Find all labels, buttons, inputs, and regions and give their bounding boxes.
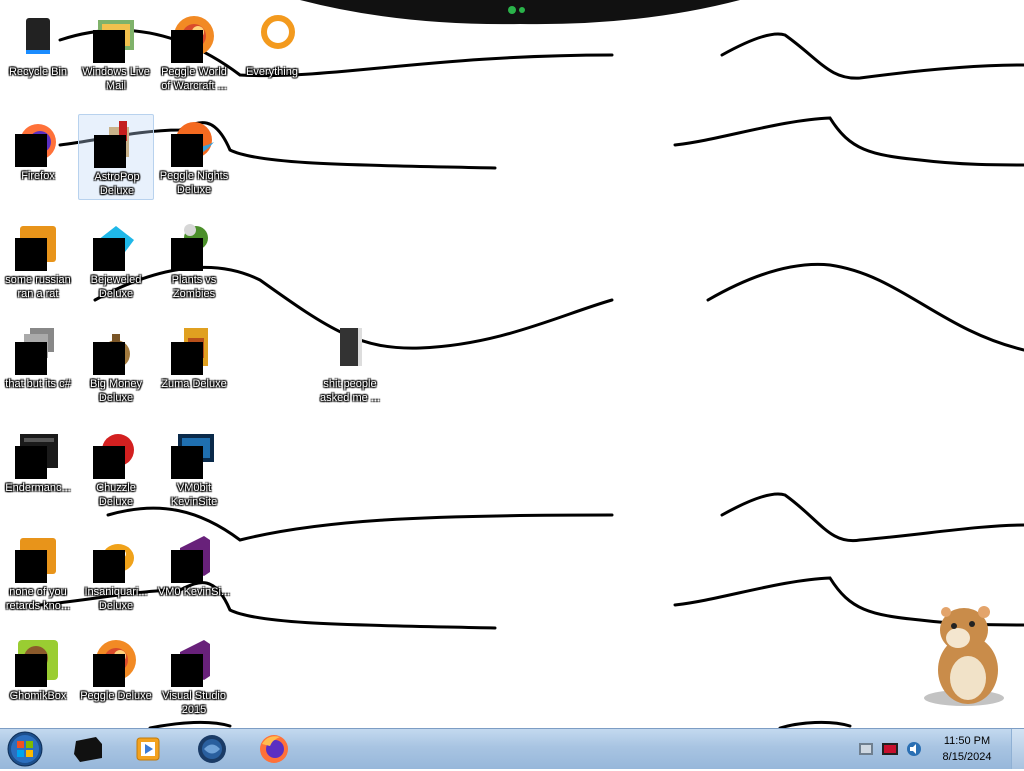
hamster-image bbox=[924, 606, 1004, 706]
desktop-icon-insaniquari-deluxe[interactable]: Insaniquari... Deluxe bbox=[78, 530, 154, 616]
redaction-box bbox=[171, 550, 203, 583]
redaction-box bbox=[15, 446, 47, 479]
desktop-icon-big-money-deluxe[interactable]: Big Money Deluxe bbox=[78, 322, 154, 408]
taskbar-app-globe[interactable] bbox=[186, 732, 238, 766]
display-icon[interactable] bbox=[882, 741, 898, 757]
folder-icon bbox=[340, 328, 362, 366]
desktop-icon-none-of-you-retards-kno[interactable]: none of you retards kno... bbox=[0, 530, 76, 616]
redaction-box bbox=[171, 342, 203, 375]
desktop-icon-peggle-nights-deluxe[interactable]: Peggle Nights Deluxe bbox=[156, 114, 232, 200]
redaction-box bbox=[15, 134, 47, 167]
clock-time: 11:50 PM bbox=[943, 735, 991, 747]
redaction-box bbox=[171, 446, 203, 479]
redaction-box bbox=[171, 134, 203, 167]
desktop-icon-label: Bejeweled Deluxe bbox=[90, 274, 142, 300]
desktop-icon-label: that but its c# bbox=[5, 378, 71, 390]
desktop-icon-firefox[interactable]: Firefox bbox=[0, 114, 76, 200]
desktop-icon-vm0bit-kevinsite[interactable]: VM0bit KevinSite bbox=[156, 426, 232, 512]
desktop-icon-label: Everything bbox=[246, 66, 298, 78]
redaction-box bbox=[93, 30, 125, 63]
redaction-box bbox=[93, 342, 125, 375]
desktop-icon-label: Endermanc... bbox=[5, 482, 71, 494]
desktop-icon-label: AstroPop Deluxe bbox=[94, 171, 140, 197]
redaction-box bbox=[171, 238, 203, 271]
desktop-icon-label: none of you retards kno... bbox=[5, 586, 71, 612]
desktop-icon-chuzzle-deluxe[interactable]: Chuzzle Deluxe bbox=[78, 426, 154, 512]
desktop-icon-label: Visual Studio 2015 bbox=[161, 690, 226, 716]
desktop-icon-plants-vs-zombies[interactable]: Plants vs Zombies bbox=[156, 218, 232, 304]
desktop-icon-label: Big Money Deluxe bbox=[90, 378, 142, 404]
desktop-icon-label: Windows Live Mail bbox=[82, 66, 150, 92]
redaction-box bbox=[15, 550, 47, 583]
show-desktop-button[interactable] bbox=[1011, 729, 1024, 769]
desktop-icon-label: Chuzzle Deluxe bbox=[96, 482, 136, 508]
redaction-box bbox=[93, 550, 125, 583]
start-button[interactable] bbox=[4, 731, 46, 767]
redaction-box bbox=[15, 654, 47, 687]
desktop-icon-ghomikbox[interactable]: GhomikBox bbox=[0, 634, 76, 720]
desktop-icon-label: Peggle Nights Deluxe bbox=[159, 170, 229, 196]
clock[interactable]: 11:50 PM 8/15/2024 bbox=[932, 733, 1002, 765]
search-app-icon bbox=[261, 15, 295, 49]
desktop-icon-peggle-world-of-warcraft[interactable]: Peggle World of Warcraft ... bbox=[156, 10, 232, 96]
desktop-icon-label: Peggle World of Warcraft ... bbox=[161, 66, 227, 92]
redaction-box bbox=[171, 30, 203, 63]
desktop-icon-label: Peggle Deluxe bbox=[80, 690, 152, 702]
redaction-box bbox=[93, 446, 125, 479]
desktop-icon-label: Plants vs Zombies bbox=[171, 274, 217, 300]
desktop-icon-label: Zuma Deluxe bbox=[161, 378, 227, 390]
desktop-icon-everything[interactable]: Everything bbox=[234, 10, 310, 96]
system-tray: 11:50 PM 8/15/2024 bbox=[854, 729, 1024, 769]
redaction-box bbox=[93, 654, 125, 687]
desktop-icon-label: shit people asked me ... bbox=[320, 378, 380, 404]
taskbar: 11:50 PM 8/15/2024 bbox=[0, 728, 1024, 769]
desktop-icon-label: VM0bit KevinSite bbox=[170, 482, 218, 508]
desktop-icon-shit-people-asked-me[interactable]: shit people asked me ... bbox=[312, 322, 388, 408]
desktop-icon-label: Recycle Bin bbox=[8, 66, 68, 78]
desktop-icon-windows-live-mail[interactable]: Windows Live Mail bbox=[78, 10, 154, 96]
desktop-icon-label: Insaniquari... Deluxe bbox=[84, 586, 148, 612]
taskbar-app-dark[interactable] bbox=[62, 732, 114, 766]
media-player-icon bbox=[136, 737, 160, 761]
firefox-icon bbox=[260, 735, 288, 763]
redaction-box bbox=[15, 342, 47, 375]
desktop-icon-visual-studio-2015[interactable]: Visual Studio 2015 bbox=[156, 634, 232, 720]
app-icon bbox=[74, 737, 102, 762]
desktop-icon-zuma-deluxe[interactable]: Zuma Deluxe bbox=[156, 322, 232, 408]
desktop-icon-astropop-deluxe[interactable]: AstroPop Deluxe bbox=[78, 114, 154, 200]
globe-icon bbox=[198, 735, 226, 763]
top-gadget bbox=[300, 0, 740, 25]
desktop-icon-recycle-bin[interactable]: Recycle Bin bbox=[0, 10, 76, 96]
redaction-box bbox=[15, 238, 47, 271]
desktop-icon-that-but-its-c[interactable]: that but its c# bbox=[0, 322, 76, 408]
desktop-icon-peggle-deluxe[interactable]: Peggle Deluxe bbox=[78, 634, 154, 720]
taskbar-app-media[interactable] bbox=[122, 732, 174, 766]
desktop-icon-some-russian-ran-a-rat[interactable]: some russian ran a rat bbox=[0, 218, 76, 304]
desktop[interactable]: Recycle Bin Windows Live Mail Peggle World… bbox=[0, 0, 1024, 728]
desktop-icon-vm0-kevinsi[interactable]: VM0 KevinSi... bbox=[156, 530, 232, 616]
redaction-box bbox=[94, 135, 126, 168]
desktop-icon-label: some russian ran a rat bbox=[5, 274, 71, 300]
network-icon[interactable] bbox=[858, 741, 874, 757]
taskbar-app-firefox[interactable] bbox=[248, 732, 300, 766]
desktop-icon-bejeweled-deluxe[interactable]: Bejeweled Deluxe bbox=[78, 218, 154, 304]
recycle-bin-icon bbox=[26, 18, 50, 54]
desktop-icon-label: VM0 KevinSi... bbox=[157, 586, 231, 598]
desktop-icon-label: GhomikBox bbox=[9, 690, 67, 702]
desktop-icon-label: Firefox bbox=[21, 170, 55, 182]
clock-date: 8/15/2024 bbox=[942, 751, 992, 763]
desktop-icon-endermanc[interactable]: Endermanc... bbox=[0, 426, 76, 512]
redaction-box bbox=[93, 238, 125, 271]
volume-icon[interactable] bbox=[906, 741, 922, 757]
redaction-box bbox=[171, 654, 203, 687]
